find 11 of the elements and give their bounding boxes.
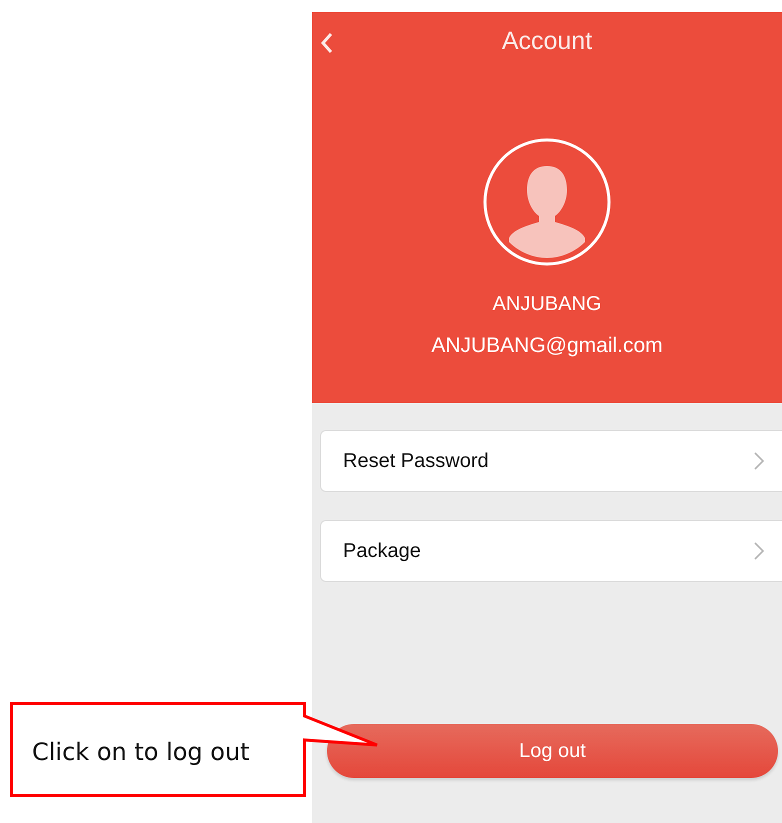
- user-email: ANJUBANG@gmail.com: [431, 334, 663, 358]
- callout-text: Click on to log out: [32, 738, 250, 766]
- logout-button[interactable]: Log out: [327, 724, 778, 778]
- menu-item[interactable]: Package: [320, 520, 782, 582]
- chevron-right-icon: [754, 452, 764, 470]
- menu-item[interactable]: Reset Password: [320, 430, 782, 492]
- back-icon[interactable]: [320, 32, 334, 54]
- user-name: ANJUBANG: [492, 293, 602, 316]
- chevron-right-icon: [754, 542, 764, 560]
- avatar-icon: [483, 138, 611, 266]
- screen-title: Account: [502, 26, 592, 56]
